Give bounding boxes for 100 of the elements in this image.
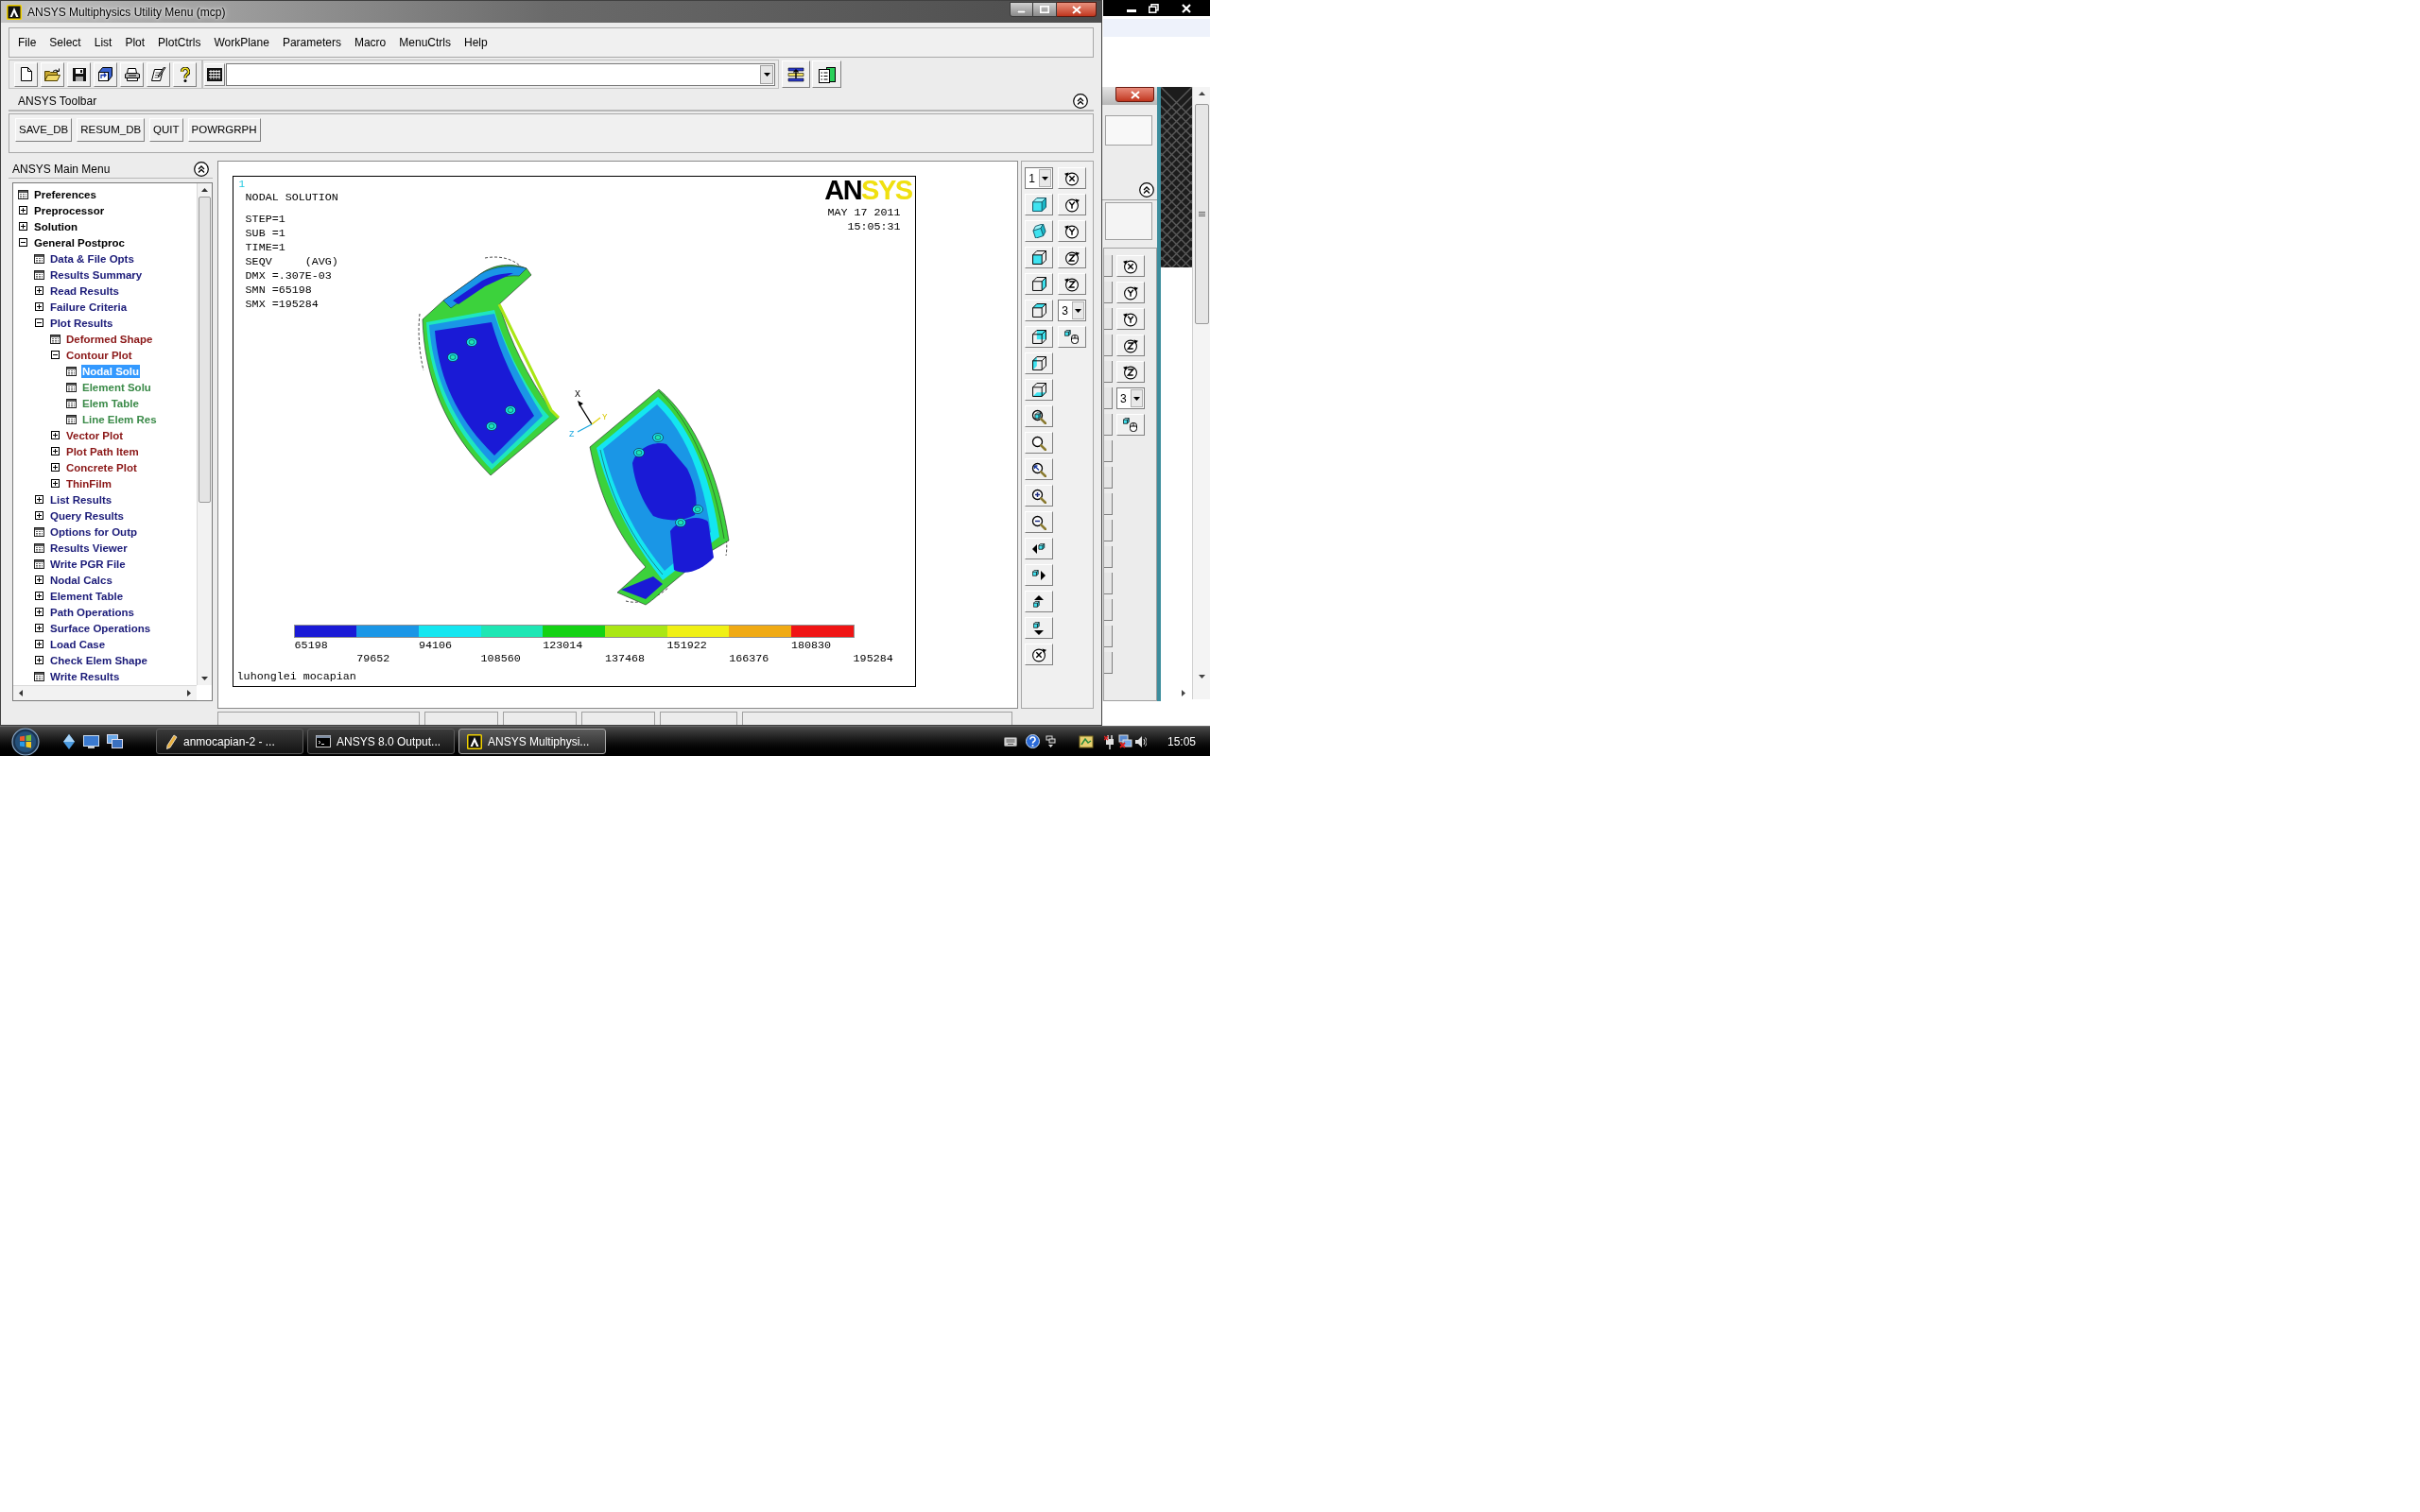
print-button[interactable] — [120, 61, 144, 87]
toolbar-button[interactable]: SAVE_DB — [15, 118, 73, 142]
rotate-z-button[interactable] — [1058, 247, 1087, 268]
menu-tree-item[interactable]: Read Results — [49, 284, 120, 298]
scrollbar-thumb[interactable] — [198, 197, 211, 503]
status-panel-button[interactable] — [812, 60, 841, 88]
toolbar-button[interactable] — [1104, 308, 1113, 330]
command-prompt-button[interactable] — [204, 62, 225, 86]
menu-tree-item[interactable]: Write Results — [49, 669, 121, 683]
menu-tree-item[interactable]: ThinFilm — [65, 476, 112, 490]
rotate-y-button[interactable] — [1116, 308, 1145, 330]
rate-select[interactable]: 3 — [1058, 300, 1087, 321]
horizontal-scrollbar[interactable] — [13, 685, 197, 700]
toolbar-button[interactable] — [1104, 387, 1113, 409]
pan-up-button[interactable] — [1025, 591, 1054, 612]
rotate-y-button[interactable] — [1058, 194, 1087, 215]
menu-tree-item[interactable]: Data & File Opts — [49, 251, 135, 266]
menu-tree-item[interactable]: Plot Path Item — [65, 444, 140, 458]
menu-item[interactable]: Help — [463, 34, 488, 51]
menu-item[interactable]: Select — [49, 34, 81, 51]
pan-left-button[interactable] — [1025, 538, 1054, 559]
toolbar-button[interactable] — [1104, 282, 1113, 303]
quick-launch-button[interactable] — [81, 732, 100, 750]
menu-item[interactable]: File — [18, 34, 37, 51]
menu-tree-item[interactable]: Element Solu — [81, 380, 152, 394]
maximize-button[interactable] — [1147, 1, 1161, 15]
zoom-button[interactable] — [1025, 405, 1054, 427]
taskbar-button[interactable]: ANSYS Multiphysi... — [458, 729, 606, 754]
menu-tree-item[interactable]: Preprocessor — [33, 203, 106, 217]
menu-tree-item[interactable]: Plot Results — [49, 316, 114, 330]
top-view-button[interactable] — [1025, 300, 1054, 321]
menu-tree-item[interactable]: Elem Table — [81, 396, 140, 410]
menu-item[interactable]: Parameters — [282, 34, 341, 51]
menu-item[interactable]: List — [94, 34, 112, 51]
dropdown-button[interactable] — [760, 64, 773, 84]
menu-item[interactable]: Plot — [125, 34, 146, 51]
menu-item[interactable]: PlotCtrls — [158, 34, 201, 51]
maximize-button[interactable] — [1033, 2, 1057, 17]
menu-tree-item[interactable]: Deformed Shape — [65, 332, 154, 346]
menu-tree-item[interactable]: Load Case — [49, 637, 107, 651]
rotate-z-button[interactable] — [1058, 273, 1087, 295]
window-select[interactable]: 1 — [1025, 167, 1054, 189]
rate-select[interactable]: 3 — [1116, 387, 1145, 409]
menu-item[interactable]: WorkPlane — [214, 34, 269, 51]
command-input-field[interactable] — [226, 62, 775, 86]
menu-tree-item[interactable]: Check Elem Shape — [49, 653, 148, 667]
menu-tree-item[interactable]: Contour Plot — [65, 348, 133, 362]
zoom-back-button[interactable] — [1025, 458, 1054, 480]
zoom-in-button[interactable] — [1025, 485, 1054, 507]
scrollbar-thumb[interactable] — [1194, 104, 1209, 324]
close-button[interactable] — [1057, 2, 1097, 17]
toolbar-button[interactable] — [1104, 255, 1113, 277]
menu-tree-item[interactable]: Concrete Plot — [65, 460, 138, 474]
toolbar-button[interactable] — [1104, 493, 1113, 515]
menu-tree-item[interactable]: Path Operations — [49, 605, 135, 619]
back-view-button[interactable] — [1025, 326, 1054, 348]
toolbar-button[interactable] — [1104, 652, 1113, 674]
toolbar-button[interactable]: QUIT — [149, 118, 183, 142]
raise-hidden-button[interactable] — [782, 60, 810, 88]
menu-tree-item[interactable]: Nodal Calcs — [49, 573, 113, 587]
rotate-y-button[interactable] — [1116, 282, 1145, 303]
menu-tree-item[interactable]: Line Elem Res — [81, 412, 158, 426]
quick-launch-button[interactable] — [61, 732, 77, 750]
close-button[interactable] — [1115, 87, 1154, 102]
new-file-button[interactable] — [14, 61, 38, 87]
toolbar-button[interactable] — [1104, 520, 1113, 541]
help-button[interactable] — [173, 61, 197, 87]
toolbar-button[interactable] — [1104, 573, 1113, 594]
bottom-view-button[interactable] — [1025, 379, 1054, 401]
box-zoom-button[interactable] — [1025, 432, 1054, 454]
rotate-x-button[interactable] — [1025, 644, 1054, 665]
rotate-z-button[interactable] — [1116, 361, 1145, 383]
close-button[interactable] — [1180, 1, 1193, 15]
menu-tree-item[interactable]: List Results — [49, 492, 113, 507]
toolbar-button[interactable] — [1104, 546, 1113, 568]
front-view-button[interactable] — [1025, 247, 1054, 268]
taskbar-button[interactable]: ANSYS 8.0 Output... — [307, 729, 455, 754]
report-button[interactable] — [147, 61, 170, 87]
iso-view-button[interactable] — [1025, 194, 1054, 215]
menu-tree-item[interactable]: Vector Plot — [65, 428, 125, 442]
open-file-button[interactable] — [41, 61, 64, 87]
vertical-scrollbar[interactable] — [196, 183, 212, 685]
start-button[interactable] — [9, 727, 42, 756]
menu-tree-item[interactable]: Element Table — [49, 589, 125, 603]
toolbar-button[interactable] — [1104, 361, 1113, 383]
menu-item[interactable]: MenuCtrls — [399, 34, 451, 51]
vertical-scrollbar[interactable] — [1192, 87, 1210, 699]
toolbar-button[interactable] — [1104, 626, 1113, 647]
menu-tree-item[interactable]: General Postproc — [33, 235, 126, 249]
toolbar-button[interactable] — [1104, 335, 1113, 356]
menu-tree-item[interactable]: Surface Operations — [49, 621, 152, 635]
resume-button[interactable] — [94, 61, 117, 87]
menu-item[interactable]: Macro — [354, 34, 387, 51]
clock[interactable]: 15:05 — [1167, 732, 1196, 750]
toolbar-button[interactable] — [1104, 414, 1113, 436]
menu-tree-item[interactable]: Solution — [33, 219, 78, 233]
toolbar-button[interactable] — [1104, 440, 1113, 462]
rotate-x-button[interactable] — [1116, 255, 1145, 277]
dynamic-mode-button[interactable] — [1058, 326, 1087, 348]
oblique-view-button[interactable] — [1025, 220, 1054, 242]
